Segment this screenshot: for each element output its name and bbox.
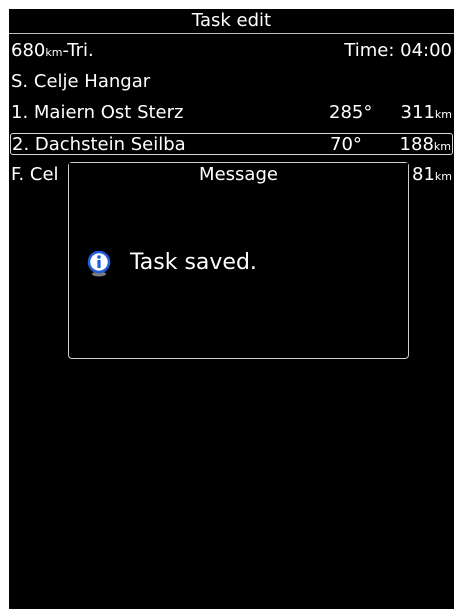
task-time: Time: 04:00 (344, 40, 452, 61)
turnpoint-distance: 311km (401, 102, 452, 126)
start-point-label: S. Celje Hangar (11, 71, 151, 92)
finish-distance-unit: km (434, 170, 452, 183)
task-name: 680km-Tri. (11, 40, 94, 64)
finish-distance-value: 81 (412, 164, 435, 185)
window-title: Task edit (9, 9, 454, 34)
turnpoint-label: 2. Dachstein Seilba (12, 134, 186, 155)
task-name-suffix: -Tri. (62, 40, 94, 61)
info-icon (87, 250, 111, 277)
turnpoint-row-2[interactable]: 2. Dachstein Seilba 70° 188km (10, 133, 453, 155)
turnpoint-distance-unit: km (433, 140, 451, 153)
turnpoint-row-1[interactable]: 1. Maiern Ost Sterz 285° 311km (9, 102, 454, 124)
task-name-unit: km (45, 46, 63, 59)
task-summary-row[interactable]: 680km-Tri. Time: 04:00 (9, 40, 454, 62)
turnpoint-distance: 188km (400, 134, 451, 158)
task-name-number: 680 (11, 40, 46, 61)
info-icon-svg (87, 250, 111, 277)
turnpoint-label: 1. Maiern Ost Sterz (11, 102, 184, 123)
message-dialog[interactable]: Message Task saved. (68, 162, 409, 359)
finish-point-distance: 81km (412, 164, 452, 188)
turnpoint-distance-unit: km (434, 108, 452, 121)
turnpoint-bearing: 285° (329, 102, 373, 123)
turnpoint-bearing: 70° (330, 134, 362, 155)
info-icon-stem (97, 260, 101, 268)
message-dialog-title: Message (69, 163, 408, 187)
info-icon-dot (97, 255, 101, 259)
turnpoint-distance-value: 311 (400, 102, 435, 123)
turnpoint-distance-value: 188 (399, 134, 434, 155)
finish-point-label: F. Cel (11, 164, 59, 185)
message-text: Task saved. (130, 250, 257, 275)
start-point-row[interactable]: S. Celje Hangar (9, 71, 454, 93)
task-edit-screen: Task edit 680km-Tri. Time: 04:00 S. Celj… (9, 9, 454, 609)
